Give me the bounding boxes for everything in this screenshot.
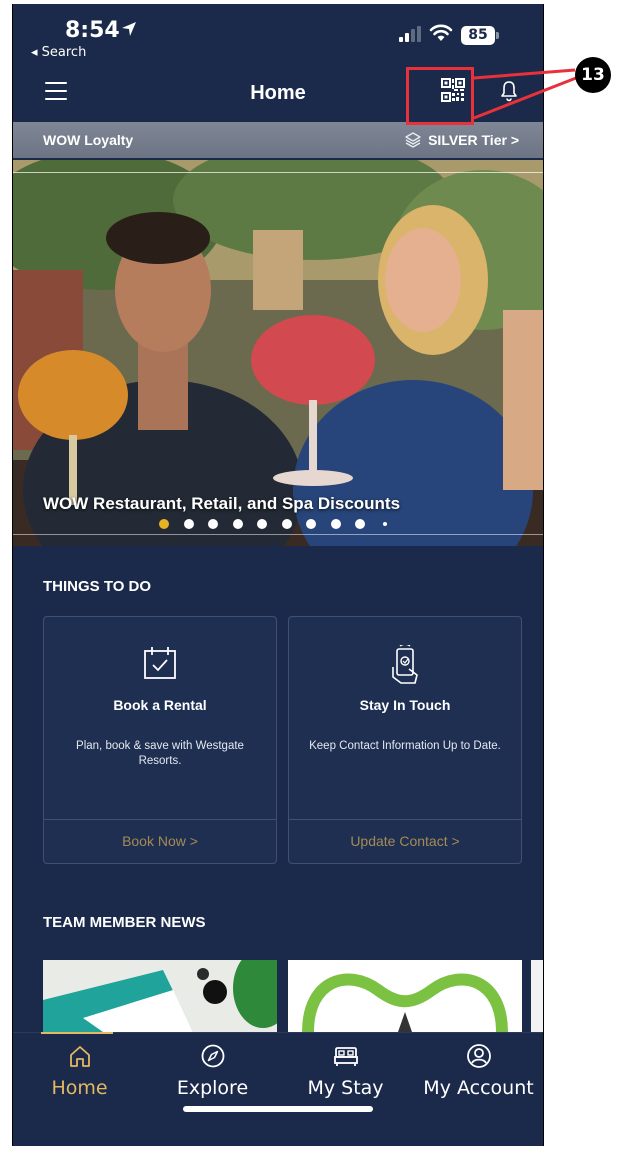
notification-bell-icon[interactable] [500,80,518,102]
tab-icon-wrapper [412,1043,543,1069]
compass-icon [201,1044,224,1068]
layers-icon [405,132,421,148]
carousel-dot[interactable] [208,519,218,529]
hero-photo [13,160,543,546]
card-divider [44,819,276,820]
card-icon-wrapper [289,643,521,690]
tier-link[interactable]: SILVER Tier > [428,132,519,148]
phone-in-hand-icon [392,643,418,684]
bed-icon [333,1047,358,1066]
card-description: Keep Contact Information Up to Date. [309,740,501,752]
hero-top-line [13,172,543,173]
card-divider [289,819,521,820]
annotation-badge: 13 [575,57,611,93]
location-arrow-icon [122,22,136,36]
carousel-dot[interactable] [382,522,387,526]
annotation-highlight-box [406,67,474,125]
tab-explore[interactable]: Explore [146,1033,279,1113]
card-icon-wrapper [44,645,276,686]
status-bar: 8:54 ◂ Search 85 [13,4,543,62]
tab-icon-wrapper [279,1043,412,1069]
home-icon [69,1046,90,1067]
carousel-dot[interactable] [232,519,243,529]
book-now-link[interactable]: Book Now > [44,833,276,849]
hero-carousel[interactable]: WOW Restaurant, Retail, and Spa Discount… [13,160,543,546]
back-to-search-link[interactable]: ◂ Search [31,45,86,60]
carousel-dot[interactable] [281,519,292,529]
things-to-do-title: THINGS TO DO [43,578,152,595]
team-member-news-title: TEAM MEMBER NEWS [43,914,206,931]
home-indicator[interactable] [183,1106,373,1112]
tab-home[interactable]: Home [13,1032,146,1113]
hero-bottom-line [13,534,543,535]
bottom-tab-bar: Home Explore My Stay My Account [13,1032,543,1146]
carousel-dot[interactable] [183,519,194,529]
carousel-dot[interactable] [306,519,316,529]
cellular-signal-icon [399,26,421,42]
news-image-2 [288,960,522,1032]
book-rental-card[interactable]: Book a Rental Plan, book & save with Wes… [43,616,277,864]
news-card-image[interactable] [43,960,277,1032]
battery-indicator: 85 [461,26,495,45]
phone-screen: 8:54 ◂ Search 85 Home WOW Loyalty SILVER… [12,4,544,1146]
news-image-1 [43,960,277,1032]
wifi-icon [429,24,453,41]
tab-label: My Stay [307,1077,384,1099]
user-circle-icon [466,1044,491,1068]
loyalty-label: WOW Loyalty [43,132,134,148]
tab-my-stay[interactable]: My Stay [279,1033,412,1113]
news-card-image[interactable] [288,960,522,1032]
stay-in-touch-card[interactable]: Stay In Touch Keep Contact Information U… [288,616,522,864]
tab-icon-wrapper [13,1043,146,1069]
tab-active-indicator [41,1032,113,1034]
card-description: Plan, book & save with Westgate Resorts. [76,740,244,767]
tab-label: Home [51,1077,108,1099]
status-time: 8:54 [65,18,120,43]
loyalty-bar[interactable]: WOW Loyalty SILVER Tier > [13,122,543,158]
tab-my-account[interactable]: My Account [412,1033,543,1113]
carousel-dot[interactable] [330,519,341,529]
tab-label: My Account [423,1077,534,1099]
news-card-image-peek[interactable] [531,960,543,1032]
tab-label: Explore [176,1077,249,1099]
card-title: Book a Rental [113,697,207,713]
calendar-check-icon [144,647,176,679]
update-contact-link[interactable]: Update Contact > [289,833,521,849]
hero-title: WOW Restaurant, Retail, and Spa Discount… [43,494,401,513]
card-title: Stay In Touch [359,697,451,713]
battery-tip [496,32,499,39]
carousel-dot[interactable] [257,519,267,529]
carousel-dot[interactable] [355,519,365,529]
tab-icon-wrapper [146,1043,279,1069]
carousel-dot[interactable] [159,519,169,529]
